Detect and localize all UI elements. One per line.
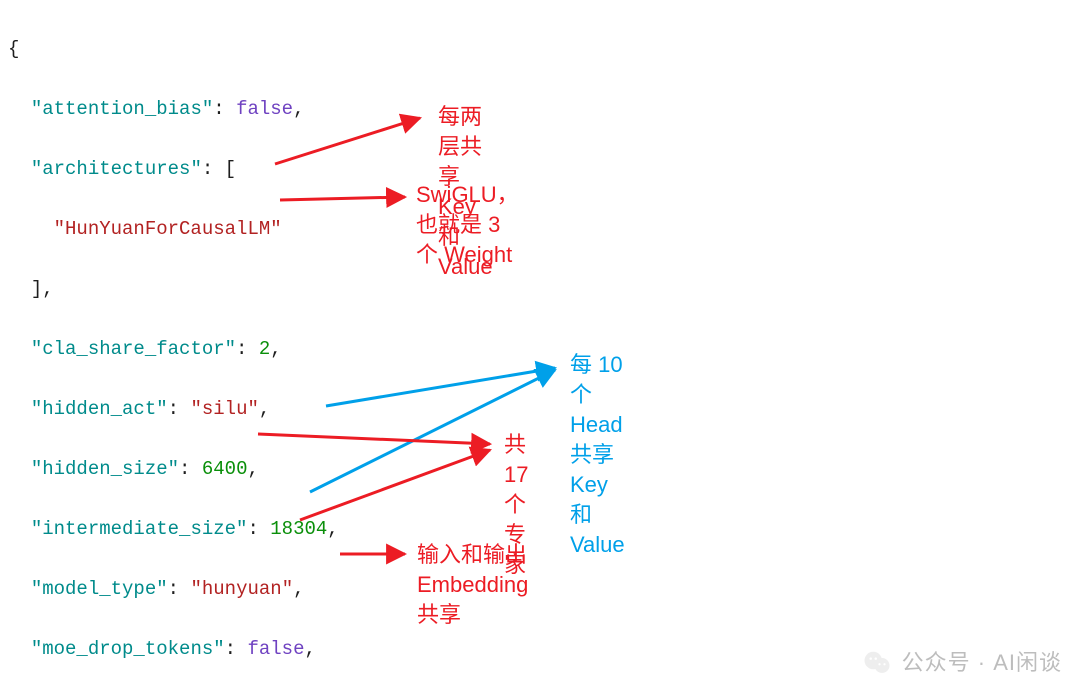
val-hidden-size: 6400 xyxy=(202,458,248,480)
watermark: 公众号 · AI闲谈 xyxy=(862,648,1062,678)
val-architectures-0: HunYuanForCausalLM xyxy=(65,218,270,240)
annotation-tie-embeddings: 输入和输出 Embedding 共享 xyxy=(417,540,528,630)
val-hidden-act: silu xyxy=(202,398,248,420)
val-cla-share-factor: 2 xyxy=(259,338,270,360)
val-intermediate-size: 18304 xyxy=(270,518,327,540)
annotation-hidden-act: SwiGLU，也就是 3 个 Weight xyxy=(416,180,519,270)
watermark-text: 公众号 · AI闲谈 xyxy=(902,648,1062,678)
val-moe-drop-tokens: false xyxy=(247,638,304,660)
annotation-kv-heads: 每 10 个 Head 共享 Key 和 Value xyxy=(570,350,625,560)
brace-open: { xyxy=(8,38,19,60)
val-model-type: hunyuan xyxy=(202,578,282,600)
val-attention-bias: false xyxy=(236,98,293,120)
wechat-icon xyxy=(862,648,892,678)
